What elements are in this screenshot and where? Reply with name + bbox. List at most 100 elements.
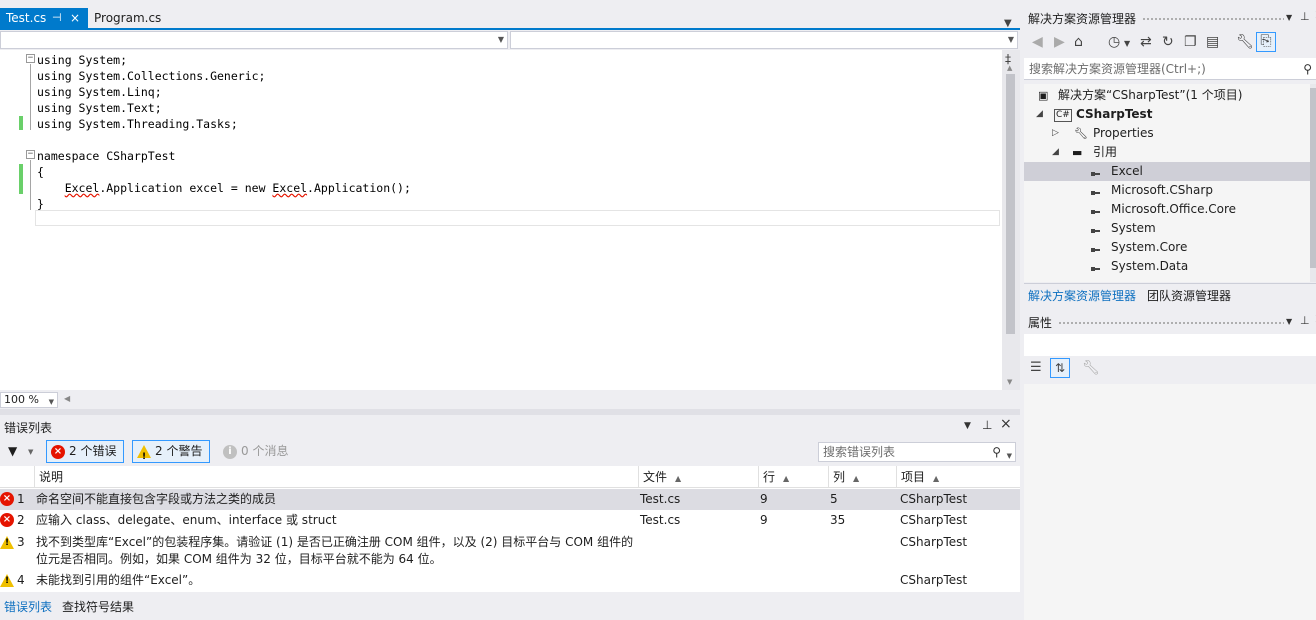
properties-object-selector[interactable]	[1024, 334, 1316, 356]
row-project: CSharpTest	[900, 492, 968, 506]
chevron-down-icon[interactable]: ▼	[28, 448, 33, 456]
alphabetical-sort-icon[interactable]: ⇅	[1050, 358, 1070, 378]
pin-icon[interactable]: ⊥	[982, 418, 992, 432]
tree-node-reference[interactable]: Microsoft.Office.Core	[1024, 200, 1310, 219]
categorized-icon[interactable]: ☰	[1030, 360, 1042, 375]
reference-icon	[1090, 261, 1101, 280]
collapse-icon[interactable]: −	[26, 150, 35, 159]
close-icon[interactable]: ×	[1000, 416, 1012, 432]
scroll-down-icon[interactable]: ▼	[1007, 378, 1012, 386]
preview-selected-items-icon[interactable]: ⎘	[1256, 32, 1276, 52]
editor-tab-strip: Test.cs ⊣ × Program.cs ▼	[0, 8, 1020, 29]
expanded-icon[interactable]: ◢	[1036, 105, 1043, 124]
window-position-dropdown-icon[interactable]: ▼	[964, 421, 971, 431]
chevron-down-icon: ▼	[48, 398, 54, 406]
refresh-icon[interactable]: ↻	[1162, 34, 1174, 50]
column-column[interactable]: 列 ▲	[828, 466, 896, 488]
home-icon[interactable]: ⌂	[1074, 34, 1083, 50]
sync-icon[interactable]: ⇄	[1140, 34, 1152, 50]
tab-team-explorer[interactable]: 团队资源管理器	[1147, 287, 1231, 304]
tab-find-symbol-results[interactable]: 查找符号结果	[62, 598, 134, 615]
column-line[interactable]: 行 ▲	[758, 466, 828, 488]
tab-test-cs[interactable]: Test.cs ⊣ ×	[0, 8, 88, 28]
tab-label: Program.cs	[94, 11, 162, 25]
solution-explorer-search-input[interactable]: 搜索解决方案资源管理器(Ctrl+;) ⚲	[1024, 58, 1316, 80]
column-file[interactable]: 文件 ▲	[638, 466, 758, 488]
pin-icon[interactable]: ⊣	[52, 8, 62, 28]
table-row[interactable]: 3 找不到类型库“Excel”的包装程序集。请验证 (1) 是否已正确注册 CO…	[0, 532, 1020, 570]
collapsed-icon[interactable]: ▷	[1052, 124, 1059, 143]
row-description: 命名空间不能直接包含字段或方法之类的成员	[36, 492, 277, 506]
scroll-thumb[interactable]	[1006, 74, 1015, 334]
show-all-files-icon[interactable]: ▤	[1206, 34, 1219, 50]
editor-vertical-scrollbar[interactable]: ‡ ▲ ▼	[1002, 50, 1020, 390]
pin-icon[interactable]: ⊥	[1300, 314, 1310, 327]
zoom-bar: 100 % ▼ ◀	[0, 392, 1020, 408]
csharp-project-icon: C#	[1054, 109, 1072, 122]
panel-splitter[interactable]	[0, 409, 1020, 415]
member-dropdown[interactable]: ▼	[510, 31, 1018, 49]
history-icon[interactable]: ◷	[1108, 34, 1120, 50]
property-pages-wrench-icon[interactable]: 🔧︎	[1082, 360, 1100, 376]
solution-tree-scrollbar[interactable]	[1310, 84, 1316, 282]
column-project[interactable]: 项目 ▲	[896, 466, 1020, 488]
search-icon[interactable]: ⚲	[992, 443, 1001, 461]
forward-icon[interactable]: ▶	[1054, 34, 1065, 50]
tab-program-cs[interactable]: Program.cs	[88, 8, 178, 28]
filter-icon[interactable]: ▼	[8, 444, 17, 458]
warning-icon	[0, 574, 14, 587]
row-number: 1	[17, 492, 25, 506]
warnings-filter-button[interactable]: 2 个警告	[132, 440, 210, 468]
tree-node-references[interactable]: ◢ ▬ 引用	[1024, 143, 1310, 162]
tree-node-solution[interactable]: ▣ 解决方案“CSharpTest”(1 个项目)	[1024, 86, 1310, 105]
tree-node-reference[interactable]: System.Data	[1024, 257, 1310, 276]
table-row[interactable]: 4 未能找到引用的组件“Excel”。 CSharpTest	[0, 570, 1020, 591]
error-list-search-input[interactable]: 搜索错误列表 ⚲ ▼	[818, 442, 1016, 462]
window-position-dropdown-icon[interactable]: ▼	[1286, 13, 1292, 22]
chevron-down-icon[interactable]: ▼	[1007, 447, 1012, 465]
collapse-all-icon[interactable]: ❐	[1184, 34, 1197, 50]
bottom-tool-tabs: 错误列表 查找符号结果	[0, 594, 1020, 620]
tab-solution-explorer[interactable]: 解决方案资源管理器	[1028, 287, 1136, 304]
column-description[interactable]: 说明	[34, 466, 638, 488]
chevron-down-icon[interactable]: ▼	[1124, 39, 1130, 48]
references-folder-icon: ▬	[1072, 146, 1083, 159]
chevron-down-icon: ▼	[497, 35, 504, 44]
tree-node-ref-excel[interactable]: Excel	[1024, 162, 1310, 181]
outline-line	[30, 160, 31, 210]
errors-filter-button[interactable]: × 2 个错误	[46, 440, 124, 463]
code-editor[interactable]: − − using System; using System.Collectio…	[0, 50, 1002, 390]
code-line: using System;	[37, 53, 128, 67]
collapse-icon[interactable]: −	[26, 54, 35, 63]
expanded-icon[interactable]: ◢	[1052, 143, 1059, 162]
scroll-thumb[interactable]	[1310, 88, 1316, 268]
tab-error-list[interactable]: 错误列表	[4, 598, 52, 615]
panel-grip	[1058, 321, 1284, 325]
change-marker	[19, 164, 23, 194]
tree-node-reference[interactable]: Microsoft.CSharp	[1024, 181, 1310, 200]
tree-node-reference[interactable]: System.Core	[1024, 238, 1310, 257]
scroll-up-icon[interactable]: ▲	[1007, 64, 1012, 72]
tree-node-properties[interactable]: ▷ 🔧︎ Properties	[1024, 124, 1310, 143]
zoom-combo[interactable]: 100 % ▼	[0, 392, 58, 408]
panel-grip	[1142, 17, 1284, 21]
table-row[interactable]: × 1 命名空间不能直接包含字段或方法之类的成员 Test.cs 9 5 CSh…	[0, 489, 1020, 510]
window-position-dropdown-icon[interactable]: ▼	[1286, 317, 1292, 326]
scroll-left-icon[interactable]: ◀	[64, 394, 70, 403]
close-icon[interactable]: ×	[70, 8, 80, 28]
pin-icon[interactable]: ⊥	[1300, 10, 1310, 23]
row-description: 应输入 class、delegate、enum、interface 或 stru…	[36, 513, 337, 527]
tree-node-project[interactable]: ◢ C# CSharpTest	[1024, 105, 1310, 124]
messages-filter-button[interactable]: i 0 个消息	[218, 440, 300, 463]
search-icon[interactable]: ⚲	[1303, 58, 1312, 80]
properties-wrench-icon[interactable]: 🔧︎	[1236, 34, 1254, 50]
properties-title: 属性	[1028, 316, 1053, 330]
type-dropdown[interactable]: ▼	[0, 31, 508, 49]
back-icon[interactable]: ◀	[1032, 34, 1043, 50]
tree-node-reference[interactable]: System	[1024, 219, 1310, 238]
errors-count: 2 个错误	[69, 444, 117, 458]
table-row[interactable]: × 2 应输入 class、delegate、enum、interface 或 …	[0, 510, 1020, 531]
properties-header: 属性 ▼ ⊥ ×	[1024, 312, 1316, 332]
warning-icon	[137, 445, 151, 468]
error-squiggle: Excel	[272, 181, 308, 195]
